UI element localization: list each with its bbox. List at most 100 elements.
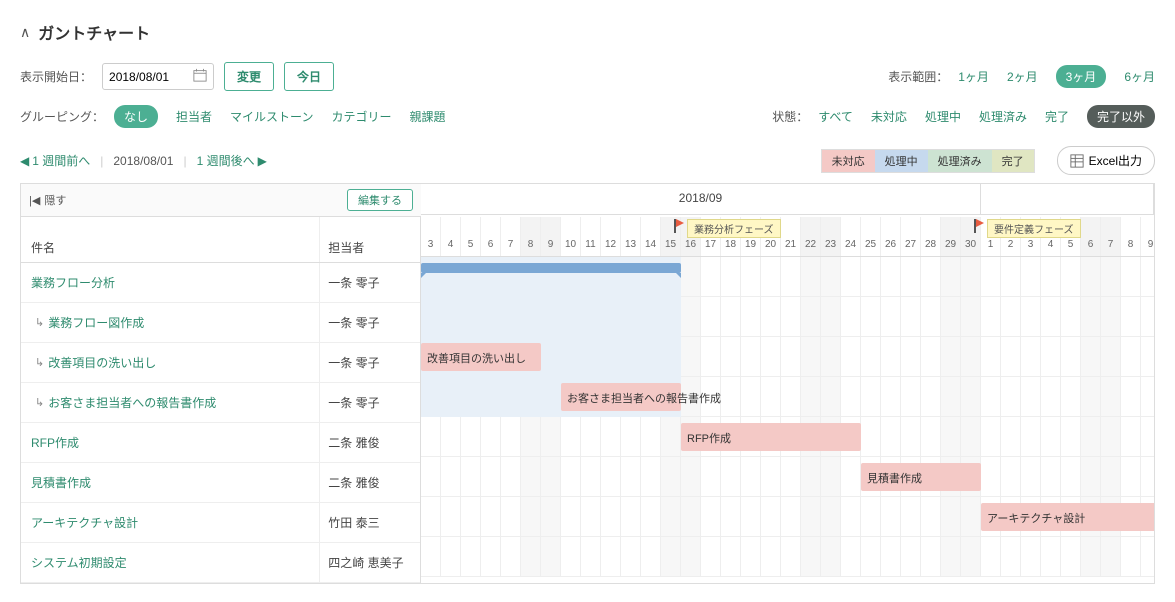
start-date-input[interactable] xyxy=(109,70,189,84)
tab-option[interactable]: なし xyxy=(114,105,158,128)
milestone-flag-icon xyxy=(973,219,987,233)
gantt-row: お客さま担当者への報告書作成 xyxy=(421,377,1154,417)
task-subject[interactable]: RFP作成 xyxy=(21,423,320,462)
day-header-cell: 29 xyxy=(941,217,961,256)
excel-export-button[interactable]: Excel出力 xyxy=(1057,146,1155,175)
status-legend: 未対応 処理中 処理済み 完了 xyxy=(821,149,1035,173)
task-row: アーキテクチャ設計竹田 泰三 xyxy=(21,503,420,543)
gantt-bar[interactable]: 見積書作成 xyxy=(861,463,981,491)
gantt-bar[interactable]: 改善項目の洗い出し xyxy=(421,343,541,371)
day-header-cell: 5 xyxy=(461,217,481,256)
parent-range-bg xyxy=(421,297,681,337)
task-row: ↳改善項目の洗い出し一条 零子 xyxy=(21,343,420,383)
child-arrow-icon: ↳ xyxy=(35,316,44,329)
day-header-cell: 10 xyxy=(561,217,581,256)
grouping-tabs: なし 担当者 マイルストーン カテゴリー 親課題 xyxy=(114,105,445,128)
tab-option[interactable]: 未対応 xyxy=(871,108,907,125)
gantt-row: RFP作成 xyxy=(421,417,1154,457)
day-header-cell: 6 xyxy=(481,217,501,256)
next-week-link[interactable]: 1 週間後へ ▶ xyxy=(197,152,267,169)
tab-option[interactable]: カテゴリー xyxy=(331,108,391,125)
child-arrow-icon: ↳ xyxy=(35,356,44,369)
task-subject[interactable]: 見積書作成 xyxy=(21,463,320,502)
collapse-toggle[interactable]: ∧ xyxy=(20,24,30,41)
view-range-label: 表示範囲： xyxy=(888,68,948,85)
task-assignee: 竹田 泰三 xyxy=(320,514,420,531)
day-header-cell: 25 xyxy=(861,217,881,256)
task-subject[interactable]: ↳業務フロー図作成 xyxy=(21,303,320,342)
month-header: 2018/09 xyxy=(421,184,981,214)
day-header-cell: 3 xyxy=(421,217,441,256)
grouping-label: グルーピング： xyxy=(20,108,104,125)
legend-done: 処理済み xyxy=(928,150,992,172)
legend-complete: 完了 xyxy=(992,150,1034,172)
task-assignee: 二条 雅俊 xyxy=(320,434,420,451)
task-assignee: 一条 零子 xyxy=(320,354,420,371)
prev-week-link[interactable]: ◀ 1 週間前へ xyxy=(20,152,90,169)
day-header-cell: 21 xyxy=(781,217,801,256)
day-header-cell: 14 xyxy=(641,217,661,256)
gantt-chart: |◀ 隠す 編集する 2018/09 件名 担当者 業務フロー分析一条 零子↳業… xyxy=(20,183,1155,584)
task-subject[interactable]: ↳お客さま担当者への報告書作成 xyxy=(21,383,320,422)
gantt-row xyxy=(421,537,1154,577)
collapse-left-icon: |◀ xyxy=(29,194,40,207)
task-row: 業務フロー分析一条 零子 xyxy=(21,263,420,303)
gantt-row: 改善項目の洗い出し xyxy=(421,337,1154,377)
today-button[interactable]: 今日 xyxy=(284,62,334,91)
task-subject[interactable]: システム初期設定 xyxy=(21,543,320,582)
gantt-bar[interactable]: RFP作成 xyxy=(681,423,861,451)
start-date-field[interactable] xyxy=(102,63,214,90)
day-header-cell: 6 xyxy=(1081,217,1101,256)
tab-option[interactable]: 完了以外 xyxy=(1087,105,1155,128)
gantt-row: 見積書作成 xyxy=(421,457,1154,497)
task-assignee: 一条 零子 xyxy=(320,314,420,331)
day-header-cell: 24 xyxy=(841,217,861,256)
tab-option[interactable]: 担当者 xyxy=(176,108,212,125)
nav-current-date: 2018/08/01 xyxy=(113,154,173,168)
spreadsheet-icon xyxy=(1070,154,1084,168)
view-range-tabs: 1ヶ月 2ヶ月 3ヶ月 6ヶ月 xyxy=(958,65,1155,88)
task-row: ↳業務フロー図作成一条 零子 xyxy=(21,303,420,343)
calendar-icon[interactable] xyxy=(193,68,207,85)
gantt-row xyxy=(421,297,1154,337)
tab-option[interactable]: 2ヶ月 xyxy=(1007,68,1038,85)
tab-option[interactable]: 処理済み xyxy=(979,108,1027,125)
milestone-label: 業務分析フェーズ xyxy=(687,219,781,238)
day-header-cell: 23 xyxy=(821,217,841,256)
change-button[interactable]: 変更 xyxy=(224,62,274,91)
tab-option[interactable]: 3ヶ月 xyxy=(1056,65,1107,88)
day-header-cell: 7 xyxy=(501,217,521,256)
day-header-cell: 8 xyxy=(1121,217,1141,256)
tab-option[interactable]: マイルストーン xyxy=(230,108,313,125)
tab-option[interactable]: 親課題 xyxy=(409,108,445,125)
tab-option[interactable]: 1ヶ月 xyxy=(958,68,989,85)
day-header-cell: 9 xyxy=(1141,217,1154,256)
page-title: ガントチャート xyxy=(38,20,150,44)
task-assignee: 二条 雅俊 xyxy=(320,474,420,491)
task-subject[interactable]: ↳改善項目の洗い出し xyxy=(21,343,320,382)
start-date-label: 表示開始日： xyxy=(20,68,92,85)
day-header-cell: 4 xyxy=(441,217,461,256)
child-arrow-icon: ↳ xyxy=(35,396,44,409)
edit-button[interactable]: 編集する xyxy=(347,189,413,211)
legend-notstarted: 未対応 xyxy=(822,150,875,172)
tab-option[interactable]: 処理中 xyxy=(925,108,961,125)
column-assignee-header: 担当者 xyxy=(320,217,420,262)
gantt-bar[interactable]: アーキテクチャ設計 xyxy=(981,503,1154,531)
gantt-bar[interactable] xyxy=(421,263,681,273)
hide-columns-button[interactable]: |◀ 隠す xyxy=(29,192,66,208)
gantt-row: アーキテクチャ設計 xyxy=(421,497,1154,537)
task-row: ↳お客さま担当者への報告書作成一条 零子 xyxy=(21,383,420,423)
task-assignee: 四之崎 恵美子 xyxy=(320,554,420,571)
milestone-label: 要件定義フェーズ xyxy=(987,219,1081,238)
tab-option[interactable]: 6ヶ月 xyxy=(1124,68,1155,85)
milestone-flag-icon xyxy=(673,219,687,233)
day-header-cell: 22 xyxy=(801,217,821,256)
task-assignee: 一条 零子 xyxy=(320,394,420,411)
tab-option[interactable]: すべて xyxy=(818,108,853,125)
tab-option[interactable]: 完了 xyxy=(1045,108,1069,125)
day-header-cell: 11 xyxy=(581,217,601,256)
task-subject[interactable]: アーキテクチャ設計 xyxy=(21,503,320,542)
task-subject[interactable]: 業務フロー分析 xyxy=(21,263,320,302)
gantt-bar[interactable]: お客さま担当者への報告書作成 xyxy=(561,383,681,411)
